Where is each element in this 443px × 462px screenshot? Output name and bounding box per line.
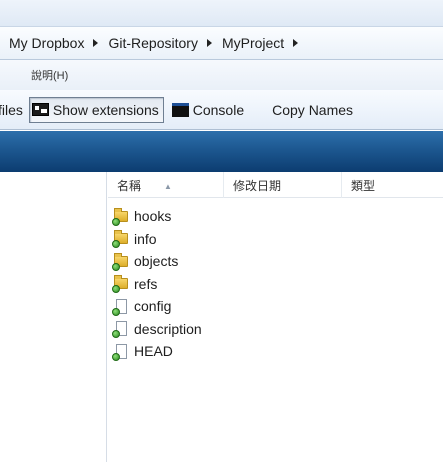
list-item-description[interactable]: description [112, 318, 202, 341]
file-synced-icon [112, 320, 130, 339]
console-label: Console [192, 101, 245, 118]
list-item-hooks[interactable]: hooks [112, 205, 202, 228]
column-header-name[interactable]: 名稱 ▲ [108, 172, 224, 198]
column-header-date-label: 修改日期 [233, 179, 282, 193]
show-extensions-label: Show extensions [52, 101, 159, 118]
navigation-pane[interactable] [0, 172, 107, 462]
file-name: info [134, 230, 157, 247]
toolbar-files-button[interactable]: files [0, 97, 23, 123]
show-extensions-button[interactable]: Show extensions [28, 96, 164, 123]
breadcrumb-chevron-icon[interactable] [206, 39, 212, 47]
toolbar-files-label: files [0, 101, 23, 118]
explorer-window: My Dropbox Git-Repository MyProject 說明(H… [0, 0, 443, 462]
folder-synced-icon [112, 230, 130, 249]
breadcrumb-item-my-dropbox[interactable]: My Dropbox [8, 35, 85, 51]
file-name: description [134, 320, 202, 337]
list-item-head[interactable]: HEAD [112, 340, 202, 363]
file-synced-icon [112, 298, 130, 316]
column-header-type-label: 類型 [351, 179, 376, 193]
window-top-strip [0, 0, 443, 26]
console-button[interactable]: Console [171, 97, 245, 123]
breadcrumb[interactable]: My Dropbox Git-Repository MyProject [0, 26, 443, 60]
show-extensions-icon [31, 103, 49, 116]
list-item-refs[interactable]: refs [112, 273, 202, 296]
file-list-pane[interactable]: 名稱 ▲ 修改日期 類型 hooks info objects refs con… [108, 172, 443, 462]
column-header-name-label: 名稱 [117, 179, 142, 193]
breadcrumb-chevron-icon[interactable] [93, 39, 99, 47]
breadcrumb-item-git-repository[interactable]: Git-Repository [107, 35, 198, 51]
column-header-date-modified[interactable]: 修改日期 [224, 172, 342, 198]
folder-synced-icon [112, 252, 130, 271]
folder-synced-icon [112, 207, 130, 226]
list-item-config[interactable]: config [112, 295, 202, 318]
copy-names-button[interactable]: Copy Names [252, 97, 353, 123]
column-headers: 名稱 ▲ 修改日期 類型 [108, 172, 443, 198]
file-name: config [134, 298, 172, 315]
details-band [0, 131, 443, 172]
list-item-info[interactable]: info [112, 228, 202, 251]
file-name: refs [134, 275, 158, 292]
menu-item-help[interactable]: 說明(H) [31, 67, 68, 83]
menu-bar: 說明(H) [0, 60, 443, 90]
column-header-type[interactable]: 類型 [342, 172, 443, 198]
breadcrumb-item-myproject[interactable]: MyProject [221, 35, 285, 51]
copy-names-icon [252, 103, 268, 117]
console-icon [171, 102, 189, 117]
file-synced-icon [112, 343, 130, 361]
copy-names-label: Copy Names [272, 101, 354, 118]
file-name: objects [134, 253, 179, 270]
file-list: hooks info objects refs config descripti… [112, 205, 202, 363]
list-item-objects[interactable]: objects [112, 250, 202, 273]
folder-synced-icon [112, 275, 130, 294]
toolbar: files Show extensions Console Copy Names [0, 90, 443, 130]
file-name: hooks [134, 208, 172, 225]
file-name: HEAD [134, 343, 173, 360]
breadcrumb-chevron-icon[interactable] [293, 39, 299, 47]
sort-ascending-icon: ▲ [164, 182, 172, 191]
